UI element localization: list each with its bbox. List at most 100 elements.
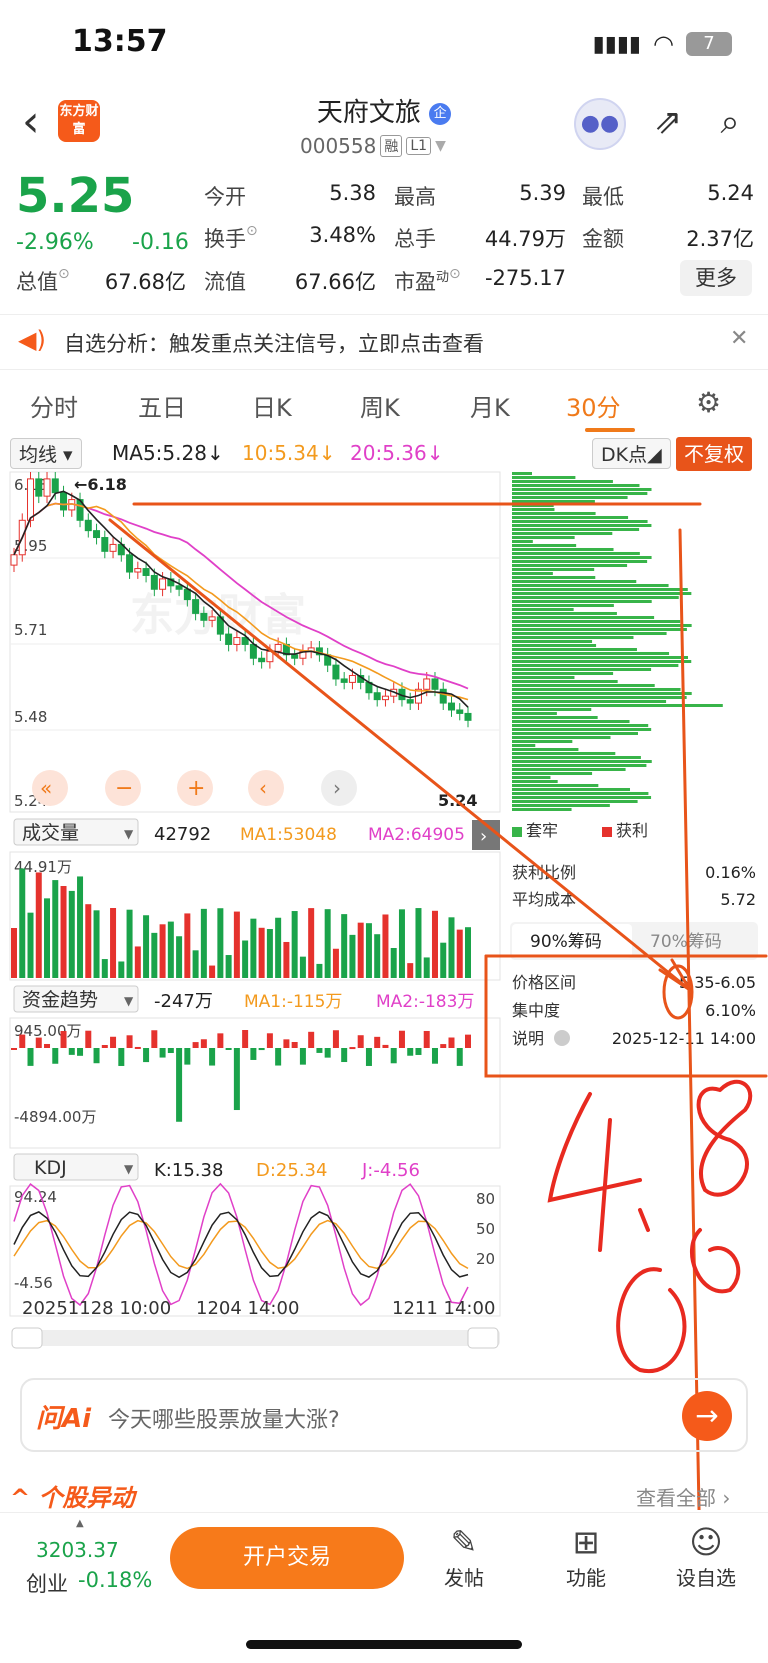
function-button[interactable]: ⊞ 功能 — [546, 1522, 626, 1591]
volume-bar — [266, 929, 273, 978]
volume-bar — [19, 868, 26, 978]
fund-bar — [44, 1043, 51, 1048]
double-left-icon: « — [40, 776, 52, 800]
candle — [464, 712, 472, 721]
tab-monthly[interactable]: 月K — [470, 388, 510, 423]
open-value: 5.38 — [329, 181, 376, 205]
tab-weekly[interactable]: 周K — [360, 388, 400, 423]
chip-bar — [512, 552, 640, 555]
candle — [340, 678, 348, 683]
chip-bar — [512, 592, 692, 595]
view-all-link[interactable]: 查看全部 › — [636, 1482, 730, 1511]
fund-bar — [398, 1030, 405, 1048]
fund-bar — [382, 1044, 389, 1048]
chip-bar — [512, 660, 692, 663]
candle — [332, 664, 340, 680]
info-icon[interactable]: ⊙ — [58, 266, 70, 282]
chip-bar — [512, 600, 652, 603]
chip-bar — [512, 588, 688, 591]
concentration-value: 6.10% — [705, 1001, 756, 1020]
chip-bar — [512, 716, 598, 719]
legend-trapped: 套牢 — [526, 821, 558, 840]
range-handle-left[interactable] — [11, 1327, 43, 1349]
fund-ma1: MA1:-115万 — [244, 992, 342, 1012]
amount-value: 2.37亿 — [686, 227, 754, 251]
share-icon[interactable]: ⇗ — [646, 100, 690, 144]
chip-bar — [512, 784, 599, 787]
candle-panel — [9, 471, 501, 813]
notice-text[interactable]: 自选分析：触发重点关注信号，立即点击查看 — [64, 328, 484, 358]
kdj-j-line — [13, 1182, 469, 1307]
profit-ratio-value: 0.16% — [705, 863, 756, 882]
dk-point-toggle[interactable]: DK点◢ — [592, 438, 671, 469]
info-icon[interactable]: ⊙ — [246, 223, 258, 239]
index-name[interactable]: 创业 — [26, 1568, 68, 1598]
volume-selector-label: 成交量 — [22, 822, 79, 844]
close-icon[interactable]: ✕ — [730, 326, 748, 351]
open-account-trade-button[interactable]: 开户交易 — [170, 1527, 404, 1589]
volume-bar — [465, 927, 471, 978]
robot-avatar[interactable]: ●● — [574, 98, 626, 150]
volume-bar — [134, 946, 141, 978]
index-value[interactable]: 3203.37 — [36, 1538, 119, 1562]
tab-30min[interactable]: 30分 — [566, 388, 621, 423]
chip-bar — [512, 700, 667, 703]
turnover-value: 3.48% — [309, 223, 376, 247]
tab-chip-70-label[interactable]: 70%筹码 — [650, 932, 722, 952]
current-price: 5.25 — [16, 168, 135, 224]
candle — [192, 599, 200, 614]
chip-bar — [512, 612, 617, 615]
chip-bar — [512, 480, 613, 483]
tab-intraday[interactable]: 分时 — [30, 388, 78, 423]
fund-bar — [465, 1034, 471, 1048]
chip-bar — [512, 752, 616, 755]
handwritten-decimal — [638, 1208, 650, 1232]
chip-bar — [512, 512, 596, 515]
candle — [291, 654, 299, 659]
info-icon[interactable]: ⊙ — [449, 266, 461, 282]
chip-bar — [512, 668, 652, 671]
range-handle-right[interactable] — [467, 1327, 499, 1349]
chip-bar — [512, 536, 575, 539]
time-axis-label: 20251128 10:00 — [22, 1298, 171, 1319]
volume-bar — [431, 910, 438, 978]
candle — [456, 709, 464, 714]
volume-bar — [390, 948, 397, 978]
chart-area: 6.18 5.95 5.71 5.48 5.24 ←6.18 5.24 东方财富… — [9, 471, 768, 1510]
home-indicator — [246, 1640, 522, 1649]
fund-bar — [200, 1039, 207, 1048]
fund-bar — [159, 1048, 166, 1058]
kdj-selector[interactable] — [13, 1153, 139, 1181]
candle — [101, 537, 109, 552]
tab-five-day[interactable]: 五日 — [138, 388, 186, 423]
volume-bar — [448, 917, 455, 978]
concentration-label: 集中度 — [512, 1001, 560, 1020]
post-button[interactable]: ✎ 发帖 — [424, 1522, 504, 1591]
more-button[interactable]: 更多 — [680, 260, 752, 296]
edit-icon: ✎ — [450, 1523, 478, 1561]
volume-label: 总手 — [394, 227, 436, 251]
wifi-icon: ◠ — [653, 30, 674, 58]
volume-bar — [60, 886, 67, 978]
ma-selector[interactable]: 均线 ▾ — [10, 438, 82, 469]
tab-daily[interactable]: 日K — [252, 388, 292, 423]
kdj-selector-label: KDJ — [34, 1157, 67, 1179]
search-icon[interactable]: ⌕ — [708, 100, 752, 144]
chip-bar — [512, 620, 681, 623]
settings-gear-icon[interactable]: ⚙ — [696, 386, 721, 419]
chip-bar — [512, 476, 576, 479]
arrow-right-icon[interactable]: → — [682, 1391, 732, 1441]
adjust-toggle[interactable]: 不复权 — [676, 437, 752, 471]
kdj-d-value: D:25.34 — [256, 1160, 327, 1181]
chevron-down-icon[interactable]: ▼ — [435, 138, 446, 154]
fund-ma2: MA2:-183万 — [376, 992, 474, 1012]
chip-bar — [512, 516, 629, 519]
chip-bar — [512, 672, 614, 675]
info-icon[interactable] — [554, 1030, 570, 1046]
range-slider[interactable] — [12, 1330, 500, 1346]
stock-movers-title[interactable]: ^ 个股异动 — [10, 1478, 134, 1513]
add-watchlist-button[interactable]: ☺ 设自选 — [666, 1522, 746, 1591]
chip-bar — [512, 680, 618, 683]
ai-prompt[interactable]: 今天哪些股票放量大涨? — [108, 1402, 340, 1434]
legend-trapped-swatch — [512, 827, 522, 837]
